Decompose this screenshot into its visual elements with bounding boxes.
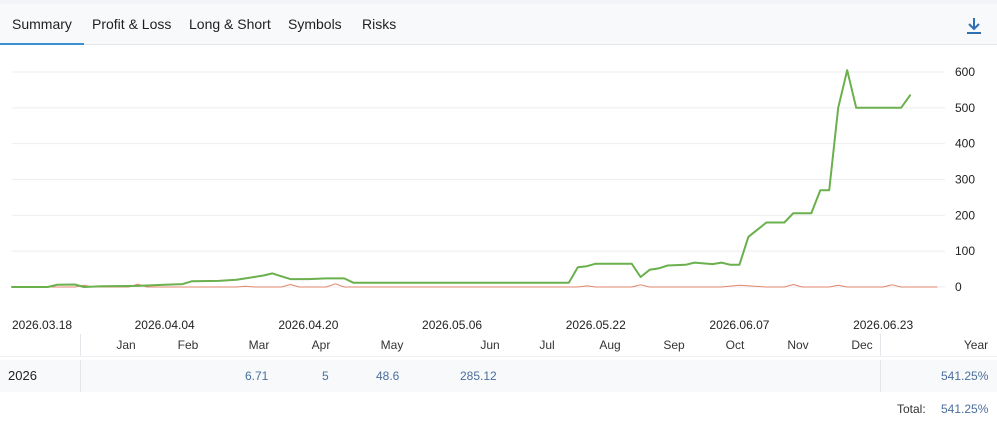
- x-tick-label: 2026.03.18: [12, 318, 72, 332]
- chart-grid: [12, 71, 945, 288]
- month-feb: Feb: [177, 338, 199, 352]
- y-axis: 0 100 200 300 400 500 600: [955, 65, 975, 294]
- months-header: Jan Feb Mar Apr May Jun Jul Aug Sep Oct …: [0, 334, 997, 357]
- month-mar: Mar: [248, 338, 270, 352]
- value-may: 48.6: [376, 369, 400, 383]
- month-aug: Aug: [599, 338, 621, 352]
- chart-series: [11, 69, 938, 288]
- month-sep: Sep: [663, 338, 685, 352]
- y-tick-label: 600: [955, 65, 975, 79]
- month-jul: Jul: [539, 338, 555, 352]
- x-axis: 2026.03.18 2026.04.04 2026.04.20 2026.05.06…: [12, 318, 913, 332]
- y-tick-label: 200: [955, 208, 975, 222]
- x-tick-label: 2026.04.20: [278, 318, 338, 332]
- table-row: 2026 6.71 5 48.6 285.12 541.25%: [0, 360, 997, 392]
- y-tick-label: 300: [955, 173, 975, 187]
- y-tick-label: 500: [955, 101, 975, 115]
- equity-chart: 0 100 200 300 400 500 600 2026.03.18 2026.04.04…: [11, 65, 975, 332]
- value-apr: 5: [322, 369, 329, 383]
- total-value: 541.25%: [941, 402, 989, 416]
- y-tick-label: 400: [955, 137, 975, 151]
- month-may: May: [380, 338, 404, 352]
- month-jan: Jan: [116, 338, 136, 352]
- y-tick-label: 0: [955, 280, 962, 294]
- month-jun: Jun: [480, 338, 500, 352]
- month-nov: Nov: [787, 338, 809, 352]
- month-apr: Apr: [311, 338, 331, 352]
- x-tick-label: 2026.04.04: [135, 318, 195, 332]
- x-tick-label: 2026.06.23: [853, 318, 913, 332]
- year-header: Year: [963, 338, 989, 352]
- download-button[interactable]: [962, 15, 986, 37]
- tab-long-short[interactable]: Long & Short: [189, 4, 271, 44]
- x-tick-label: 2026.06.07: [709, 318, 769, 332]
- tab-symbols[interactable]: Symbols: [288, 4, 342, 44]
- value-mar: 6.71: [245, 369, 269, 383]
- download-icon: [967, 18, 981, 34]
- month-dec: Dec: [851, 338, 873, 352]
- row-year: 2026: [8, 368, 37, 383]
- y-tick-label: 100: [955, 244, 975, 258]
- x-tick-label: 2026.05.22: [566, 318, 626, 332]
- tab-summary[interactable]: Summary: [0, 4, 84, 45]
- x-tick-label: 2026.05.06: [422, 318, 482, 332]
- tab-profit-loss[interactable]: Profit & Loss: [92, 4, 171, 44]
- month-oct: Oct: [725, 338, 745, 352]
- tab-bar: Summary Profit & Loss Long & Short Symbo…: [0, 4, 997, 45]
- series-line-main: [11, 69, 912, 288]
- tab-risks[interactable]: Risks: [362, 4, 396, 44]
- value-year-total: 541.25%: [941, 369, 989, 383]
- total-label: Total:: [897, 402, 926, 416]
- value-jun: 285.12: [460, 369, 497, 383]
